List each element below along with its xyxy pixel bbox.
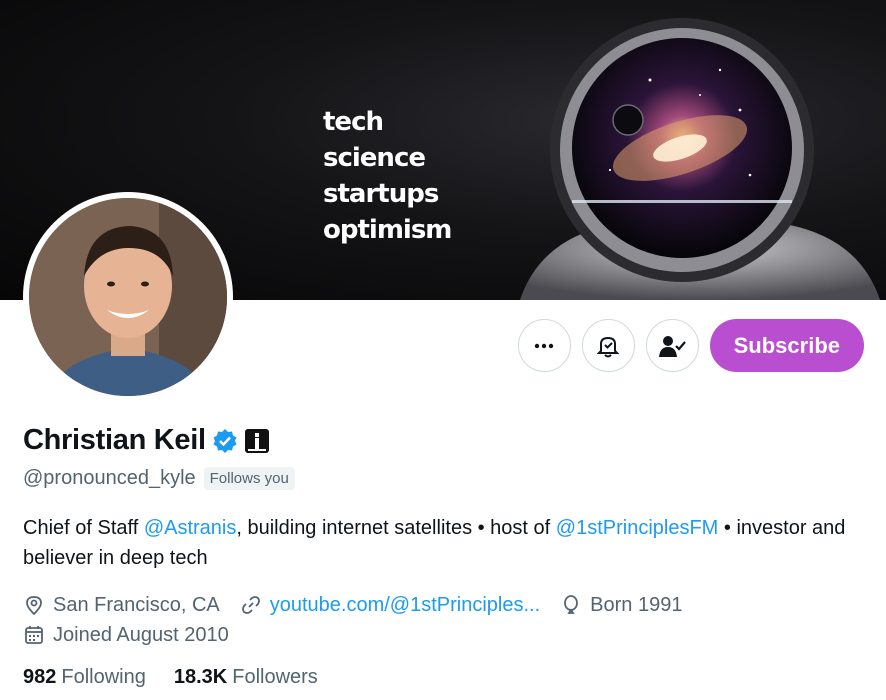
avatar-photo (29, 198, 227, 396)
followers-link[interactable]: 18.3K Followers (174, 666, 318, 689)
profile-bio: Chief of Staff @Astranis, building inter… (23, 513, 873, 573)
display-name: Christian Keil (23, 424, 206, 456)
joined-text: Joined August 2010 (53, 623, 229, 646)
following-button[interactable] (645, 319, 699, 372)
calendar-icon (25, 626, 43, 644)
name-row: Christian Keil (23, 424, 270, 457)
bio-mention-1stprinciplesfm[interactable]: @1stPrinciplesFM (556, 517, 719, 539)
user-check-icon (659, 335, 686, 357)
link-icon (241, 596, 260, 614)
joined-item: Joined August 2010 (23, 624, 229, 647)
website-link[interactable]: youtube.com/@1stPrinciples... (270, 594, 540, 617)
balloon-icon (564, 595, 579, 614)
profile-actions: Subscribe (517, 319, 864, 372)
banner-text: tech science startups optimism (323, 104, 452, 248)
more-button[interactable] (517, 319, 571, 372)
user-handle: @pronounced_kyle (23, 467, 196, 489)
handle-row: @pronounced_kyle Follows you (23, 467, 295, 490)
location-item: San Francisco, CA (23, 594, 220, 617)
banner-word: optimism (323, 215, 452, 245)
astronaut-illustration (520, 18, 880, 300)
follows-you-badge: Follows you (203, 467, 295, 490)
more-icon (534, 343, 554, 348)
bell-icon (596, 336, 620, 357)
affiliate-logo-icon[interactable] (244, 428, 270, 454)
profile-meta: San Francisco, CA youtube.com/@1stPrinci… (23, 590, 702, 650)
following-link[interactable]: 982 Following (23, 666, 146, 689)
bio-mention-astranis[interactable]: @Astranis (144, 517, 237, 539)
location-text: San Francisco, CA (53, 593, 220, 616)
following-count: 982 (23, 666, 57, 688)
birthday-item: Born 1991 (560, 594, 682, 617)
bio-text: , building internet satellites • host of (236, 517, 556, 539)
verified-badge-icon[interactable] (212, 428, 238, 454)
banner-word: startups (323, 179, 439, 209)
banner-word: tech (323, 107, 384, 137)
bio-text: Chief of Staff (23, 517, 144, 539)
followers-count: 18.3K (173, 666, 228, 688)
birthday-text: Born 1991 (590, 593, 683, 616)
notifications-button[interactable] (581, 319, 635, 372)
banner-word: science (323, 143, 426, 173)
location-pin-icon (26, 596, 42, 616)
following-label: Following (61, 666, 146, 688)
follow-stats: 982 Following 18.3K Followers (23, 666, 318, 689)
avatar[interactable] (23, 192, 233, 402)
website-item: youtube.com/@1stPrinciples... (240, 594, 540, 617)
followers-label: Followers (232, 666, 318, 688)
subscribe-button[interactable]: Subscribe (709, 319, 864, 372)
